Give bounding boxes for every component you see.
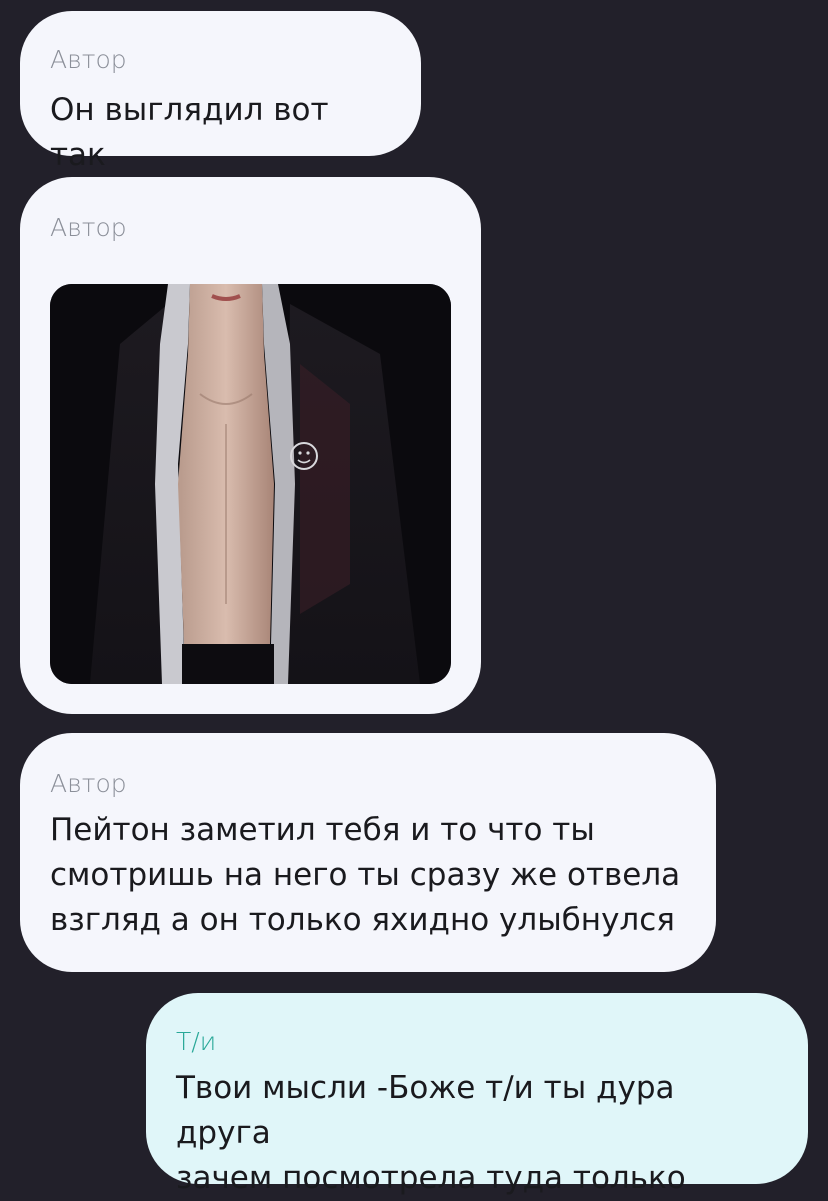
message-photo[interactable]: [50, 284, 451, 684]
chat-thread: Автор Он выглядил вот так Автор Автор Пе…: [0, 0, 828, 1198]
message-line: Твои мысли -Боже т/и ты дура друга: [176, 1070, 675, 1151]
message-bubble[interactable]: Автор Пейтон заметил тебя и то что ты см…: [20, 733, 716, 972]
message-bubble[interactable]: Т/и Твои мысли -Боже т/и ты дура друга з…: [146, 993, 808, 1196]
message-line: зачем посмотрела туда только: [176, 1160, 686, 1196]
message-line: смотришь на него ты сразу же отвела: [50, 857, 681, 893]
message-bubble[interactable]: Автор: [20, 177, 481, 714]
photo-illustration: [50, 284, 451, 684]
message-bubble[interactable]: Автор Он выглядил вот так: [20, 11, 421, 173]
message-sender: Автор: [50, 769, 127, 798]
message-text: Пейтон заметил тебя и то что ты смотришь…: [50, 808, 686, 943]
message-sender: Т/и: [176, 1027, 217, 1056]
message-line: Пейтон заметил тебя и то что ты: [50, 812, 595, 848]
message-text: Твои мысли -Боже т/и ты дура друга зачем…: [176, 1066, 778, 1201]
message-text: Он выглядил вот так: [50, 92, 329, 173]
message-sender: Автор: [50, 213, 127, 242]
message-sender: Автор: [50, 45, 127, 74]
message-line: взгляд а он только яхидно улыбнулся: [50, 902, 675, 938]
